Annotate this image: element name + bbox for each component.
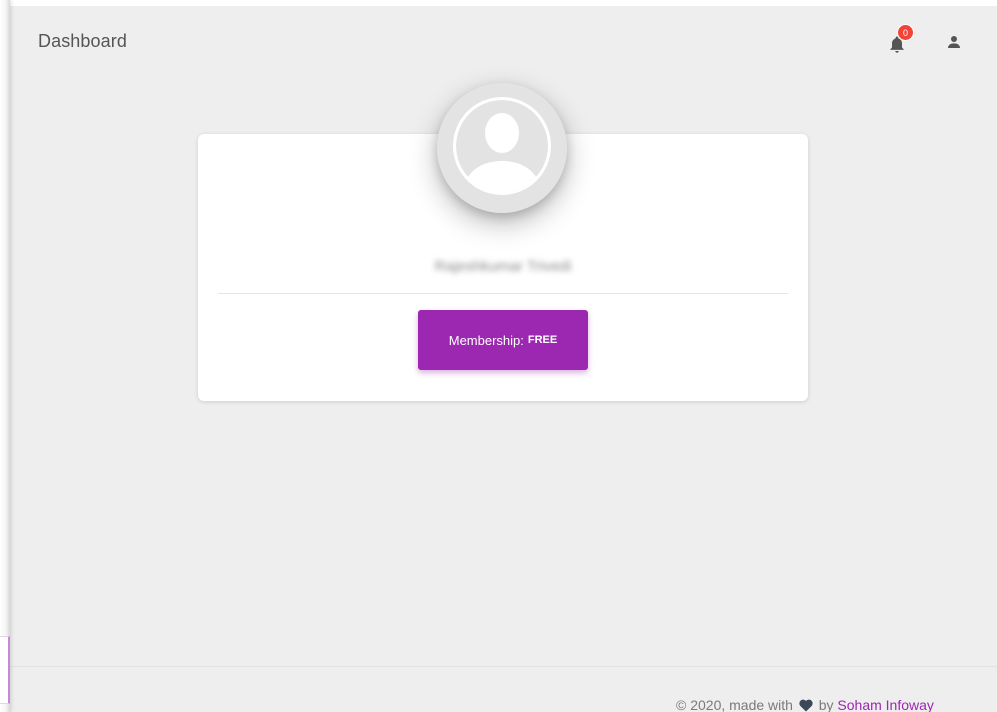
card-divider <box>218 293 788 294</box>
notifications-button[interactable]: 0 <box>887 24 914 56</box>
membership-plan: FREE <box>527 334 558 346</box>
membership-label: Membership: <box>448 332 524 348</box>
membership-button[interactable]: Membership: FREE <box>418 310 588 370</box>
footer-company-link[interactable]: Soham Infoway <box>837 697 934 712</box>
profile-avatar <box>437 83 567 213</box>
profile-name: Rajeshkumar Trivedi <box>434 258 572 275</box>
sidebar-edge <box>0 0 10 712</box>
footer-by: by <box>818 697 834 712</box>
user-menu-button[interactable] <box>944 32 964 52</box>
footer-copyright: © 2020, made with <box>676 697 793 712</box>
user-avatar-placeholder-icon <box>437 83 567 213</box>
notification-badge: 0 <box>897 24 914 41</box>
main-panel: Dashboard 0 Rajeshkumar Trivedi Membersh… <box>10 6 997 712</box>
person-icon <box>948 36 960 48</box>
sidebar-active-indicator <box>0 636 10 704</box>
heart-icon <box>799 699 813 712</box>
page-title: Dashboard <box>38 31 127 51</box>
top-navbar: Dashboard 0 <box>10 6 997 76</box>
footer-divider <box>10 666 997 667</box>
footer: © 2020, made with by Soham Infoway <box>676 697 996 712</box>
